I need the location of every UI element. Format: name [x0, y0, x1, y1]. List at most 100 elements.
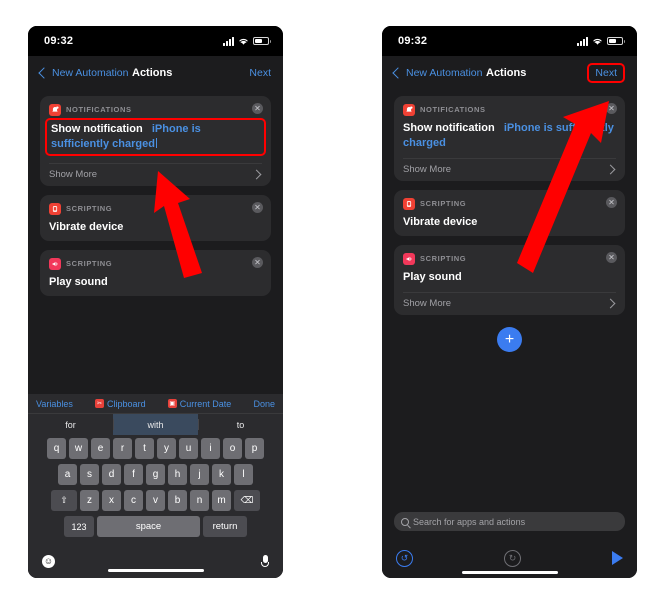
search-input[interactable]: Search for apps and actions [413, 517, 525, 527]
clipboard-button[interactable]: ✂ Clipboard [95, 399, 146, 409]
redo-icon[interactable]: ↻ [504, 549, 521, 567]
key-t[interactable]: t [135, 438, 154, 459]
key-v[interactable]: v [146, 490, 165, 511]
actions-list-left[interactable]: NOTIFICATIONS ✕ Show notification iPhone… [28, 90, 283, 394]
notch [466, 26, 553, 44]
key-d[interactable]: d [102, 464, 121, 485]
variables-label: Variables [36, 398, 73, 409]
chevron-left-icon [392, 67, 404, 79]
key-n[interactable]: n [190, 490, 209, 511]
key-q[interactable]: q [47, 438, 66, 459]
card-body[interactable]: Show notification iPhone is sufficiently… [403, 121, 616, 151]
action-card-vibrate[interactable]: SCRIPTING ✕ Vibrate device [40, 195, 271, 241]
card-header: SCRIPTING [403, 252, 616, 265]
keyboard-bottom-bar: ☺ [28, 544, 283, 578]
return-key[interactable]: return [203, 516, 247, 537]
card-body[interactable]: Play sound [49, 275, 262, 290]
card-body[interactable]: Play sound [403, 270, 616, 285]
action-card-play-sound[interactable]: SCRIPTING ✕ Play sound [40, 250, 271, 296]
card-header: SCRIPTING [49, 257, 262, 270]
play-icon[interactable] [612, 551, 623, 565]
back-button-right[interactable]: New Automation [392, 67, 482, 79]
remove-action-button[interactable]: ✕ [252, 257, 263, 268]
backspace-icon[interactable]: ⌫ [234, 490, 260, 511]
action-title: Play sound [49, 276, 108, 288]
key-w[interactable]: w [69, 438, 88, 459]
key-e[interactable]: e [91, 438, 110, 459]
current-date-button[interactable]: ▣ Current Date [167, 398, 232, 409]
key-l[interactable]: l [234, 464, 253, 485]
add-action-button[interactable]: + [497, 327, 522, 352]
show-more-row[interactable]: Show More [403, 292, 616, 309]
key-b[interactable]: b [168, 490, 187, 511]
key-z[interactable]: z [80, 490, 99, 511]
calendar-icon: ▣ [167, 399, 177, 408]
status-clock: 09:32 [44, 35, 74, 47]
clipboard-label: Clipboard [107, 398, 146, 409]
cellular-bars-icon [223, 36, 234, 46]
remove-action-button[interactable]: ✕ [606, 103, 617, 114]
card-body[interactable]: Show notification iPhone is sufficiently… [45, 118, 266, 156]
card-header: SCRIPTING [49, 202, 262, 215]
on-screen-keyboard[interactable]: q w e r t y u i o p a s d f g h j k l ⇧ … [28, 435, 283, 544]
microphone-icon[interactable] [261, 554, 269, 568]
key-c[interactable]: c [124, 490, 143, 511]
key-i[interactable]: i [201, 438, 220, 459]
card-category: NOTIFICATIONS [66, 105, 132, 114]
prediction-to[interactable]: to [198, 414, 283, 435]
status-icons [223, 36, 271, 46]
card-category: SCRIPTING [66, 204, 113, 213]
key-k[interactable]: k [212, 464, 231, 485]
key-u[interactable]: u [179, 438, 198, 459]
action-card-vibrate[interactable]: SCRIPTING ✕ Vibrate device [394, 190, 625, 236]
action-card-notification[interactable]: NOTIFICATIONS ✕ Show notification iPhone… [40, 96, 271, 186]
card-body[interactable]: Vibrate device [403, 215, 616, 230]
show-more-label: Show More [403, 298, 452, 309]
key-f[interactable]: f [124, 464, 143, 485]
shift-icon[interactable]: ⇧ [51, 490, 77, 511]
undo-icon[interactable]: ↺ [396, 549, 413, 567]
remove-action-button[interactable]: ✕ [252, 103, 263, 114]
variables-button[interactable]: Variables [36, 399, 73, 409]
show-more-label: Show More [49, 169, 98, 180]
card-body[interactable]: Vibrate device [49, 220, 262, 235]
key-p[interactable]: p [245, 438, 264, 459]
key-a[interactable]: a [58, 464, 77, 485]
remove-action-button[interactable]: ✕ [606, 252, 617, 263]
predictive-text-bar: for with to [28, 413, 283, 435]
action-card-notification[interactable]: NOTIFICATIONS ✕ Show notification iPhone… [394, 96, 625, 181]
key-x[interactable]: x [102, 490, 121, 511]
right-phone-screen: 09:32 New Automation Actions Next NOTIFI… [382, 26, 637, 578]
search-bar[interactable]: Search for apps and actions [394, 512, 625, 531]
prediction-with[interactable]: with [113, 414, 198, 435]
show-more-row[interactable]: Show More [403, 158, 616, 175]
search-area: Search for apps and actions [382, 508, 637, 538]
search-icon [401, 517, 409, 526]
key-o[interactable]: o [223, 438, 242, 459]
action-card-play-sound[interactable]: SCRIPTING ✕ Play sound Show More [394, 245, 625, 315]
key-s[interactable]: s [80, 464, 99, 485]
key-h[interactable]: h [168, 464, 187, 485]
done-button[interactable]: Done [253, 399, 275, 409]
next-button-left[interactable]: Next [249, 67, 271, 79]
space-key[interactable]: space [97, 516, 200, 537]
current-date-label: Current Date [179, 398, 232, 409]
left-phone-screen: 09:32 New Automation Actions Next NOTIFI… [28, 26, 283, 578]
show-more-row[interactable]: Show More [49, 163, 262, 180]
remove-action-button[interactable]: ✕ [606, 197, 617, 208]
actions-list-right[interactable]: NOTIFICATIONS ✕ Show notification iPhone… [382, 90, 637, 508]
remove-action-button[interactable]: ✕ [252, 202, 263, 213]
key-y[interactable]: y [157, 438, 176, 459]
back-button-left[interactable]: New Automation [38, 67, 128, 79]
key-g[interactable]: g [146, 464, 165, 485]
action-title: Play sound [403, 271, 462, 283]
prediction-for[interactable]: for [28, 414, 113, 435]
emoji-icon[interactable]: ☺ [42, 554, 55, 568]
key-r[interactable]: r [113, 438, 132, 459]
status-clock: 09:32 [398, 35, 428, 47]
key-j[interactable]: j [190, 464, 209, 485]
key-m[interactable]: m [212, 490, 231, 511]
next-button-right[interactable]: Next [587, 63, 625, 83]
numbers-key[interactable]: 123 [64, 516, 94, 537]
done-label: Done [253, 398, 275, 409]
